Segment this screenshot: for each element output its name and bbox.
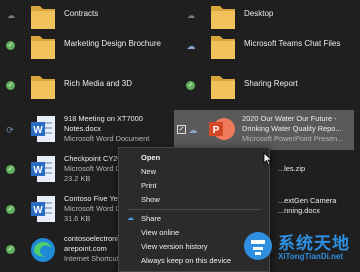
word-doc-icon — [28, 152, 58, 188]
folder-icon — [28, 28, 58, 64]
edge-icon — [31, 238, 55, 262]
word-doc-icon — [28, 112, 58, 148]
file-name: Rich Media and 3D — [64, 79, 133, 88]
watermark-logo-icon — [244, 232, 272, 260]
file-type: Microsoft Word D — [64, 164, 121, 173]
file-name: Checkpoint CY20 — [64, 154, 122, 163]
watermark: 系统天地 XiTongTianDi.net — [236, 226, 360, 270]
folder-icon — [208, 68, 238, 104]
file-name: 918 Meeting on XT7000 — [64, 114, 143, 123]
file-rich-media[interactable]: ✓ Rich Media and 3D — [4, 66, 154, 106]
file-size: 31.6 KB — [64, 214, 91, 223]
menu-item-label: Show — [141, 195, 160, 204]
sync-icon: ⟳ — [6, 125, 14, 135]
menu-item-new[interactable]: New — [119, 165, 269, 178]
file-marketing-design-brochure[interactable]: ✓ Marketing Design Brochure — [4, 26, 161, 66]
file-name: ...extGen Camera — [278, 196, 337, 205]
menu-item-print[interactable]: Print — [119, 179, 269, 192]
menu-item-share[interactable]: ☁ Share — [119, 212, 269, 225]
menu-item-label: Print — [141, 181, 157, 190]
menu-item-label: Share — [141, 214, 162, 223]
cloud-status-icon: ☁ — [188, 125, 198, 135]
file-sharing-report[interactable]: ✓ Sharing Report — [184, 66, 334, 106]
mouse-cursor-icon — [263, 152, 273, 166]
file-type: Microsoft Word Document — [64, 134, 150, 143]
menu-item-label: View online — [141, 228, 180, 237]
menu-item-label: View version history — [141, 242, 208, 251]
word-doc-icon — [28, 192, 58, 228]
file-water-quality-selected[interactable]: ✓ ☁ 2020 Our Water Our Future - Drinking… — [174, 110, 354, 150]
file-type: Microsoft PowerPoint Presen... — [242, 134, 344, 143]
watermark-url: XiTongTianDi.net — [278, 252, 344, 261]
file-name: 2020 Our Water Our Future - — [242, 114, 337, 123]
file-name: Microsoft Teams Chat Files — [244, 39, 341, 48]
file-name: Sharing Report — [244, 79, 298, 88]
watermark-title: 系统天地 — [278, 234, 350, 253]
menu-item-show[interactable]: Show — [119, 193, 269, 206]
folder-icon — [208, 28, 238, 64]
cloud-status-icon: ☁ — [7, 11, 15, 20]
file-name-cont: ...nning.docx — [278, 206, 320, 215]
menu-item-label: New — [141, 167, 157, 176]
synced-check-icon: ✓ — [6, 165, 15, 174]
synced-check-icon: ✓ — [6, 81, 15, 90]
menu-separator — [127, 209, 261, 210]
file-name: Desktop — [244, 9, 274, 18]
file-name: contosoelectroni — [64, 234, 118, 243]
file-name-cont: Drinking Water Quality Repo... — [242, 124, 342, 133]
file-name-cont: Notes.docx — [64, 124, 101, 133]
powerpoint-icon — [206, 112, 236, 148]
file-type: Internet Shortcut — [64, 254, 119, 263]
synced-check-icon: ✓ — [6, 41, 15, 50]
file-name: Contoso Five Yea — [64, 194, 122, 203]
cloud-share-icon: ☁ — [127, 215, 134, 222]
synced-check-icon: ✓ — [186, 81, 195, 90]
file-name: Marketing Design Brochure — [64, 39, 161, 48]
file-name: Contracts — [64, 9, 99, 18]
menu-item-label: Always keep on this device — [141, 256, 232, 265]
file-size: 23.2 KB — [64, 174, 91, 183]
file-name: ...les.zip — [278, 164, 306, 173]
checkbox-checked-icon[interactable]: ✓ — [177, 125, 186, 134]
synced-check-icon: ✓ — [6, 245, 15, 254]
file-meeting-notes[interactable]: ⟳ 918 Meeting on XT7000 Notes.docx Micro… — [4, 110, 154, 150]
cloud-status-icon: ☁ — [186, 41, 196, 51]
file-type: Microsoft Word D — [64, 204, 121, 213]
cloud-status-icon: ☁ — [187, 11, 195, 20]
file-teams-chat-files[interactable]: ☁ Microsoft Teams Chat Files — [184, 26, 340, 66]
menu-item-open[interactable]: Open — [119, 151, 269, 164]
synced-check-icon: ✓ — [6, 205, 15, 214]
file-name-cont: arepoint.com — [64, 244, 107, 253]
folder-icon — [28, 68, 58, 104]
file-nextgen-camera-partial[interactable]: ...extGen Camera ...nning.docx — [256, 190, 356, 230]
menu-item-label: Open — [141, 153, 161, 162]
